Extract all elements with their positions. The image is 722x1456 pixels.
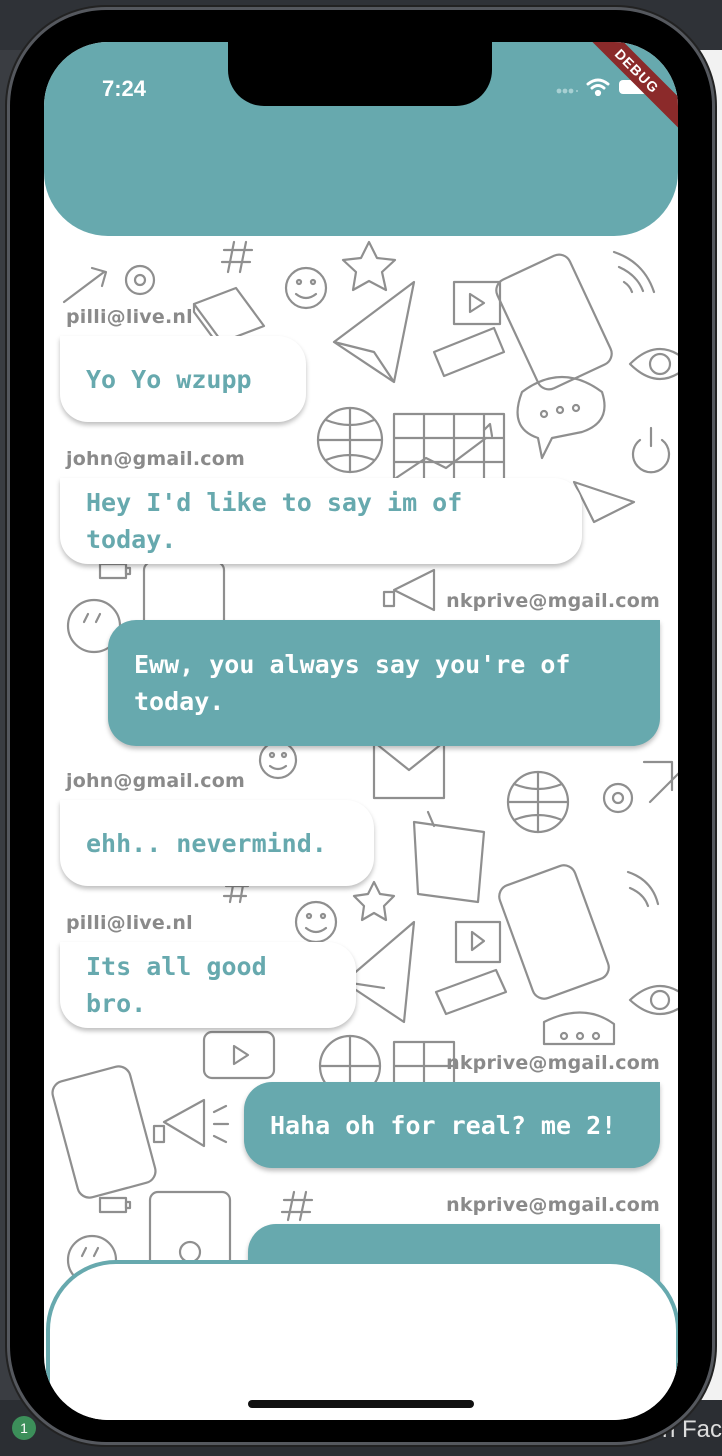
message-bubble-incoming[interactable]: ehh.. nevermind.: [60, 800, 374, 886]
taskbar-badge: 1: [12, 1416, 36, 1440]
message-input-panel[interactable]: [46, 1260, 678, 1420]
cellular-signal-icon: [556, 80, 578, 99]
message-bubble-incoming[interactable]: Its all good bro.: [60, 942, 356, 1028]
message-sender: pilli@live.nl: [66, 912, 193, 934]
message-bubble-incoming[interactable]: Yo Yo wzupp: [60, 336, 306, 422]
message-list[interactable]: pilli@live.nl Yo Yo wzupp john@gmail.com…: [44, 236, 678, 1296]
app-screen: 7:24 DEBUG pilli@live.nl Yo Yo wzupp joh…: [44, 42, 678, 1420]
wifi-icon: [586, 78, 610, 100]
camera-notch: [228, 42, 492, 106]
message-sender: john@gmail.com: [66, 448, 245, 470]
message-sender: nkprive@mgail.com: [446, 1052, 660, 1074]
message-sender: john@gmail.com: [66, 770, 245, 792]
message-bubble-outgoing[interactable]: Eww, you always say you're of today.: [108, 620, 660, 746]
message-sender: nkprive@mgail.com: [446, 1194, 660, 1216]
phone-frame: 7:24 DEBUG pilli@live.nl Yo Yo wzupp joh…: [10, 10, 712, 1442]
status-time: 7:24: [102, 76, 147, 101]
home-indicator[interactable]: [248, 1400, 474, 1408]
message-bubble-outgoing[interactable]: Haha oh for real? me 2!: [244, 1082, 660, 1168]
message-bubble-incoming[interactable]: Hey I'd like to say im of today.: [60, 478, 582, 564]
message-sender: nkprive@mgail.com: [446, 590, 660, 612]
message-sender: pilli@live.nl: [66, 306, 193, 328]
